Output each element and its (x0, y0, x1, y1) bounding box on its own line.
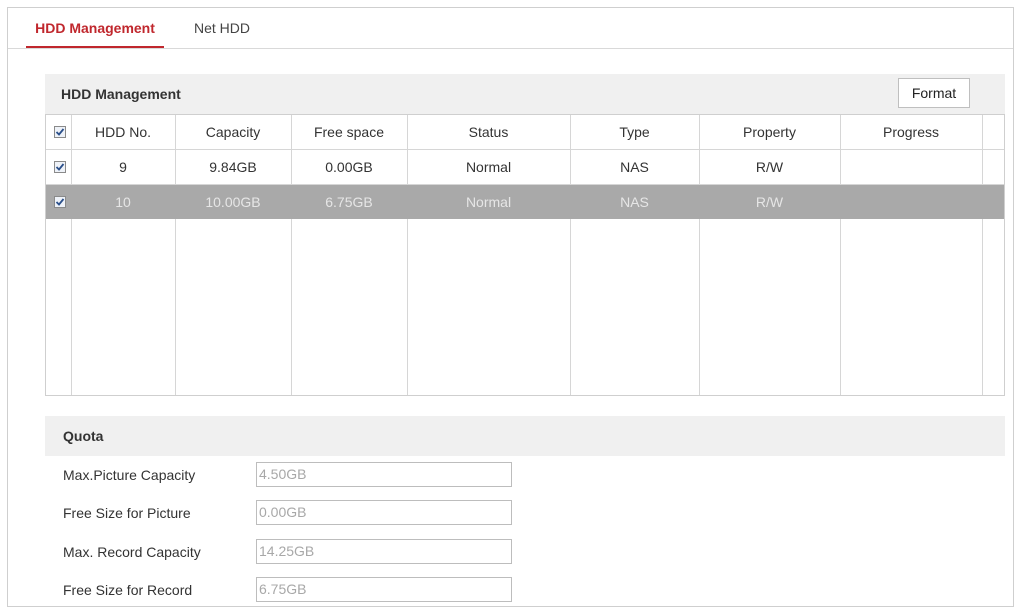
tab-net-hdd[interactable]: Net HDD (182, 8, 262, 48)
column-header-free-space[interactable]: Free space (291, 115, 407, 149)
cell-property: R/W (755, 159, 784, 175)
cell-hdd-no: 9 (119, 159, 127, 175)
table-row-selected[interactable]: 10 10.00GB 6.75GB Normal NAS R/W (46, 185, 1004, 219)
free-size-for-picture-field[interactable]: 0.00GB (256, 500, 512, 525)
free-size-for-picture-label: Free Size for Picture (63, 505, 191, 521)
select-all-checkbox[interactable] (54, 126, 66, 138)
hdd-management-panel: HDD Management Net HDD HDD Management Fo… (7, 7, 1014, 607)
free-size-for-record-label: Free Size for Record (63, 582, 193, 598)
max-picture-capacity-label: Max.Picture Capacity (63, 467, 196, 483)
column-header-type[interactable]: Type (570, 115, 699, 149)
column-header-hdd-no[interactable]: HDD No. (71, 115, 175, 149)
hdd-section-header: HDD Management (45, 74, 1005, 114)
cell-progress (840, 150, 982, 184)
quota-section-title: Quota (63, 428, 104, 444)
cell-type: NAS (620, 194, 649, 210)
tab-bar: HDD Management Net HDD (8, 8, 1013, 49)
hdd-table: HDD No. Capacity Free space Status Type … (45, 114, 1005, 396)
row-checkbox[interactable] (54, 196, 66, 208)
column-header-status[interactable]: Status (407, 115, 570, 149)
column-header-progress[interactable]: Progress (840, 115, 982, 149)
check-icon (55, 163, 65, 171)
table-header-row: HDD No. Capacity Free space Status Type … (46, 115, 1004, 149)
column-header-property[interactable]: Property (699, 115, 840, 149)
check-icon (55, 128, 65, 136)
cell-hdd-no: 10 (115, 194, 131, 210)
max-record-capacity-label: Max. Record Capacity (63, 544, 201, 560)
cell-capacity: 10.00GB (205, 194, 261, 210)
cell-capacity: 9.84GB (209, 159, 257, 175)
tab-hdd-management[interactable]: HDD Management (26, 8, 164, 48)
cell-type: NAS (620, 159, 649, 175)
cell-free-space: 0.00GB (325, 159, 373, 175)
free-size-for-record-field[interactable]: 6.75GB (256, 577, 512, 602)
cell-free-space: 6.75GB (325, 194, 373, 210)
max-picture-capacity-field[interactable]: 4.50GB (256, 462, 512, 487)
row-checkbox[interactable] (54, 161, 66, 173)
quota-section-header: Quota (45, 416, 1005, 456)
max-record-capacity-field[interactable]: 14.25GB (256, 539, 512, 564)
check-icon (55, 198, 65, 206)
table-row[interactable]: 9 9.84GB 0.00GB Normal NAS R/W (46, 150, 1004, 184)
hdd-section-title: HDD Management (61, 86, 181, 102)
column-header-capacity[interactable]: Capacity (175, 115, 291, 149)
cell-status: Normal (465, 159, 512, 175)
format-button[interactable]: Format (898, 78, 970, 108)
cell-property: R/W (755, 194, 784, 210)
cell-status: Normal (465, 194, 512, 210)
cell-progress (840, 185, 982, 219)
